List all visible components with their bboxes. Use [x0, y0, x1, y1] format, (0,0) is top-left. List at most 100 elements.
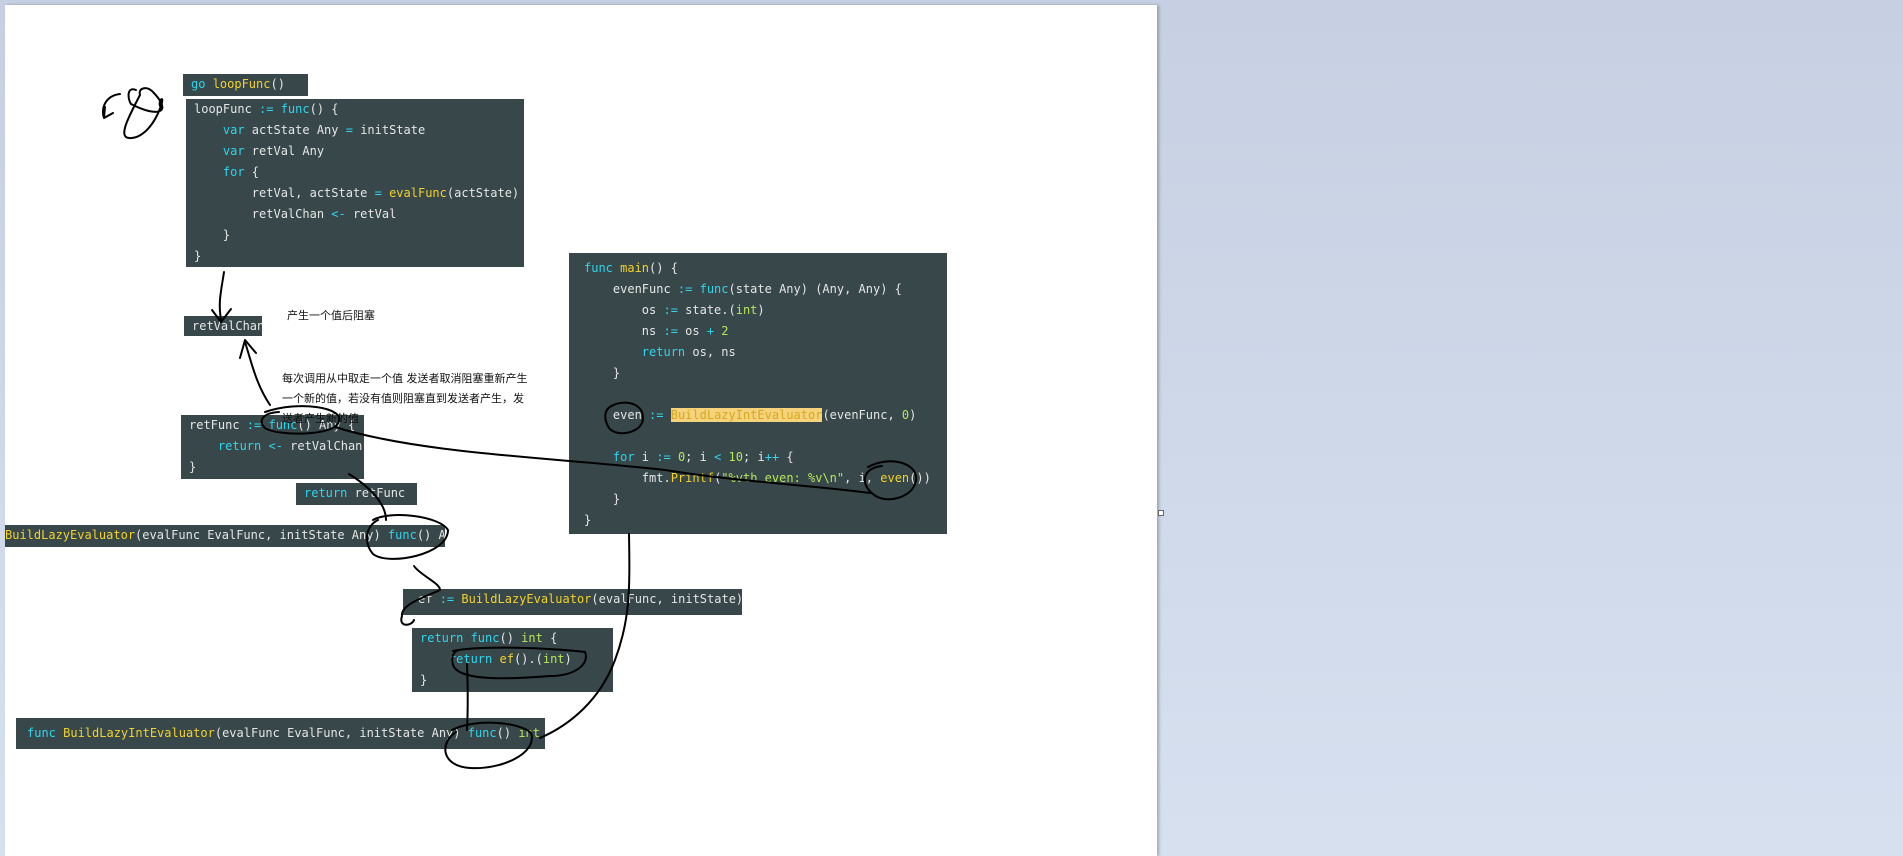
- code-token: ()): [909, 471, 931, 485]
- code-token: :=: [649, 408, 664, 422]
- code-token: <-: [331, 207, 346, 221]
- code-token: (actState): [446, 186, 520, 200]
- code-line: }: [420, 670, 613, 691]
- code-token: int: [542, 652, 565, 666]
- code-token: os: [584, 303, 664, 317]
- code-line: for i := 0; i < 10; i++ {: [584, 447, 947, 468]
- code-token: }: [189, 460, 197, 474]
- code-line: return os, ns: [584, 342, 947, 363]
- code-token: :=: [677, 282, 693, 296]
- go-loop-code: go loopFunc(): [183, 74, 308, 96]
- code-token: Printf: [670, 471, 715, 485]
- code-token: (evalFunc EvalFunc, initState Any): [135, 528, 388, 542]
- code-token: ns: [584, 324, 664, 338]
- loop-func-code: loopFunc := func() { var actState Any = …: [186, 99, 524, 267]
- ef-assign-code: ef := BuildLazyEvaluator(evalFunc, initS…: [403, 589, 742, 615]
- code-token: int: [518, 726, 541, 740]
- code-token: }: [584, 513, 592, 527]
- code-token: ; i: [743, 450, 765, 464]
- code-token: (): [499, 631, 522, 645]
- code-token: }: [194, 228, 231, 242]
- code-token: retValChan: [192, 319, 262, 333]
- code-token: loopFunc: [194, 102, 260, 116]
- code-token: 10: [721, 450, 743, 464]
- code-token: (): [270, 77, 285, 91]
- code-token: ++: [764, 450, 780, 464]
- code-token: (: [535, 652, 543, 666]
- code-token: for: [194, 165, 245, 179]
- code-token: return: [189, 439, 262, 453]
- code-token: }: [420, 673, 428, 687]
- code-token: loopFunc: [212, 77, 271, 91]
- code-token: 2: [714, 324, 729, 338]
- code-token: {: [540, 726, 545, 740]
- code-token: BuildLazyEvaluator: [5, 528, 136, 542]
- produce-block-note: 产生一个值后阻塞: [287, 306, 375, 326]
- code-line: BuildLazyEvaluator(evalFunc EvalFunc, in…: [5, 525, 445, 546]
- code-line: evenFunc := func(state Any) (Any, Any) {: [584, 279, 947, 300]
- code-token: +: [706, 324, 715, 338]
- code-token: go: [191, 77, 213, 91]
- code-line: ns := os + 2: [584, 321, 947, 342]
- code-token: retValChan: [282, 439, 363, 453]
- code-token: initState: [352, 123, 426, 137]
- code-line: }: [584, 489, 947, 510]
- canvas-resize-handle[interactable]: [1158, 510, 1164, 516]
- code-token: (evalFunc EvalFunc, initState Any): [214, 726, 468, 740]
- code-token: var: [194, 144, 245, 158]
- build-lazy-evaluator-signature: BuildLazyEvaluator(evalFunc EvalFunc, in…: [5, 525, 445, 547]
- code-line: return ef().(int): [420, 649, 613, 670]
- code-token: func: [27, 726, 56, 740]
- code-line: retValChan <- retVal: [194, 204, 524, 225]
- code-line: }: [194, 246, 524, 267]
- code-token: return: [420, 652, 493, 666]
- code-token: BuildLazyIntEvaluator: [55, 726, 215, 740]
- code-token: :=: [663, 324, 678, 338]
- code-line: }: [189, 457, 364, 478]
- code-token: i: [634, 450, 657, 464]
- code-token: 0: [670, 450, 686, 464]
- code-token: even: [584, 408, 650, 422]
- code-token: }: [584, 366, 621, 380]
- code-token: even: [880, 471, 910, 485]
- code-token: main: [612, 261, 650, 275]
- code-token: retVal Any: [244, 144, 325, 158]
- code-token: BuildLazyIntEvaluator: [670, 408, 823, 422]
- code-token: {: [779, 450, 794, 464]
- code-token: :=: [663, 303, 678, 317]
- code-token: retValChan: [194, 207, 332, 221]
- code-token: return: [584, 345, 686, 359]
- code-token: <-: [261, 439, 283, 453]
- code-token: os, ns: [685, 345, 736, 359]
- code-line: os := state.(int): [584, 300, 947, 321]
- each-call-note-line2: 一个新的值，若没有值则阻塞直到发送者产生，发: [282, 392, 524, 405]
- code-token: (): [496, 726, 519, 740]
- each-call-note-line1: 每次调用从中取走一个值 发送者取消阻塞重新产生: [282, 372, 528, 385]
- code-token: return: [304, 486, 348, 500]
- code-line: }: [584, 363, 947, 384]
- produce-block-note-text: 产生一个值后阻塞: [287, 309, 375, 322]
- code-token: for: [584, 450, 635, 464]
- ret-val-chan-label: retValChan: [184, 316, 262, 336]
- code-token: func: [387, 528, 417, 542]
- code-token: int: [521, 631, 543, 645]
- code-line: }: [194, 225, 524, 246]
- each-call-note: 每次调用从中取走一个值 发送者取消阻塞重新产生 一个新的值，若没有值则阻塞直到发…: [282, 369, 528, 429]
- code-token: :=: [259, 102, 274, 116]
- code-line: loopFunc := func() {: [194, 99, 524, 120]
- return-int-func-code: return func() int { return ef().(int)}: [412, 628, 613, 692]
- code-token: :=: [439, 592, 455, 606]
- code-line: fmt.Printf("%vth even: %v\n", i, even()): [584, 468, 947, 489]
- code-line: even := BuildLazyIntEvaluator(evenFunc, …: [584, 405, 947, 426]
- code-line: retValChan: [192, 316, 262, 336]
- code-token: func: [467, 726, 497, 740]
- code-token: evalFunc: [381, 186, 447, 200]
- code-token: ): [757, 303, 765, 317]
- each-call-note-line3: 送者产生新的值: [282, 412, 359, 425]
- code-line: return <- retValChan: [189, 436, 364, 457]
- code-token: {: [542, 631, 558, 645]
- code-token: evenFunc: [584, 282, 678, 296]
